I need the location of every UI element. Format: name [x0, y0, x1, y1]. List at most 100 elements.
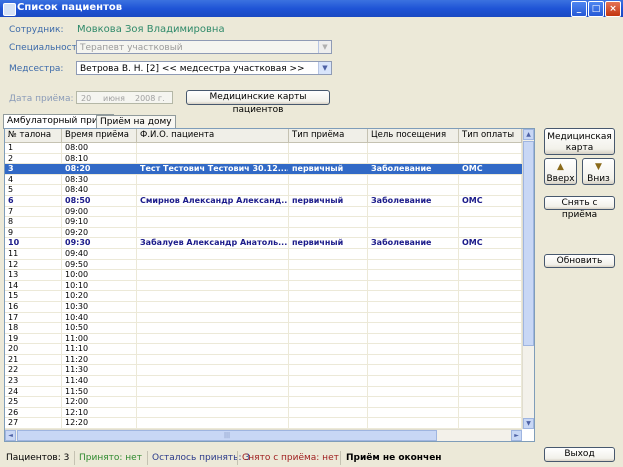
column-header-visit-type[interactable]: Тип приёма [289, 129, 368, 142]
table-row[interactable]: 2 08:10 [5, 153, 522, 165]
table-row[interactable]: 3 08:20 Тест Тестович Тестович 30.12.... пе… [5, 164, 522, 175]
remove-from-queue-button[interactable]: Снять с приёма [544, 196, 615, 220]
specialty-select[interactable]: Терапевт участковый ▼ [76, 40, 332, 54]
cell-payment [459, 174, 522, 185]
table-row[interactable]: 17 10:40 [5, 312, 522, 324]
table-row[interactable]: 27 12:20 [5, 418, 522, 430]
column-header-purpose[interactable]: Цель посещения [368, 129, 459, 142]
close-button[interactable]: × [605, 1, 621, 17]
table-row[interactable]: 21 11:20 [5, 354, 522, 366]
medical-card-button[interactable]: Медицинская карта [544, 128, 615, 155]
table-row[interactable]: 13 10:00 [5, 270, 522, 281]
exit-button[interactable]: Выход [544, 447, 615, 462]
table-row[interactable]: 12 09:50 [5, 259, 522, 271]
scroll-right-icon[interactable]: ► [511, 430, 522, 441]
move-up-button[interactable]: ▲ Вверх [544, 158, 577, 185]
cell-purpose [368, 174, 459, 185]
table-row[interactable]: 15 10:20 [5, 291, 522, 302]
vertical-scrollbar[interactable]: ▲ ▼ [522, 129, 534, 429]
table-row[interactable]: 8 09:10 [5, 217, 522, 228]
cell-patient-name [137, 365, 289, 376]
cell-payment [459, 143, 522, 153]
cell-time: 08:20 [62, 164, 137, 174]
table-row[interactable]: 22 11:30 [5, 365, 522, 377]
table-row[interactable]: 18 10:50 [5, 323, 522, 334]
cell-payment [459, 270, 522, 280]
table-row[interactable]: 26 12:10 [5, 407, 522, 419]
status-divider [74, 451, 75, 465]
table-row[interactable]: 23 11:40 [5, 376, 522, 387]
cell-time: 11:40 [62, 376, 137, 386]
table-row[interactable]: 4 08:30 [5, 174, 522, 186]
table-row[interactable]: 6 08:50 Смирнов Александр Александ... перви… [5, 195, 522, 207]
cell-payment [459, 227, 522, 238]
column-header-payment[interactable]: Тип оплаты [459, 129, 522, 142]
table-row[interactable]: 11 09:40 [5, 248, 522, 260]
table-row[interactable]: 16 10:30 [5, 301, 522, 313]
cell-ticket: 13 [5, 270, 62, 280]
table-row[interactable]: 25 12:00 [5, 397, 522, 408]
maximize-button[interactable]: □ [588, 1, 604, 17]
cell-ticket: 25 [5, 397, 62, 407]
move-down-button[interactable]: ▼ Вниз [582, 158, 615, 185]
cell-visit-type [289, 397, 368, 407]
table-header: № талона Время приёма Ф.И.О. пациента Ти… [5, 129, 522, 143]
patients-table[interactable]: № талона Время приёма Ф.И.О. пациента Ти… [4, 128, 535, 442]
nurse-select[interactable]: Ветрова В. Н. [2] << медсестра участкова… [76, 61, 332, 75]
cell-payment [459, 206, 522, 217]
column-header-time[interactable]: Время приёма [62, 129, 137, 142]
cell-ticket: 12 [5, 259, 62, 270]
specialty-value: Терапевт участковый [80, 43, 183, 53]
cell-ticket: 24 [5, 386, 62, 397]
cell-payment [459, 259, 522, 270]
cell-payment [459, 365, 522, 376]
table-row[interactable]: 9 09:20 [5, 227, 522, 239]
table-row[interactable]: 7 09:00 [5, 206, 522, 218]
table-row[interactable]: 14 10:10 [5, 280, 522, 292]
table-row[interactable]: 5 08:40 [5, 185, 522, 196]
horizontal-scrollbar[interactable]: ◄ ||| ► [5, 429, 522, 441]
cell-purpose [368, 153, 459, 164]
chevron-down-icon: ▼ [318, 62, 331, 74]
cell-payment [459, 185, 522, 195]
cell-purpose [368, 280, 459, 291]
cell-purpose [368, 185, 459, 195]
scroll-thumb[interactable] [523, 141, 534, 346]
cell-payment: ОМС [459, 164, 522, 174]
cell-payment [459, 248, 522, 259]
date-picker[interactable]: 20 июня 2008 г. [76, 91, 173, 104]
cell-payment [459, 333, 522, 344]
table-row[interactable]: 10 09:30 Забалуев Александр Анатоль... перв… [5, 238, 522, 249]
cell-time: 10:50 [62, 323, 137, 333]
scroll-down-icon[interactable]: ▼ [523, 418, 534, 429]
cell-visit-type: первичный [289, 195, 368, 206]
cell-time: 10:00 [62, 270, 137, 280]
table-row[interactable]: 24 11:50 [5, 386, 522, 398]
cell-time: 11:30 [62, 365, 137, 376]
scroll-thumb-horizontal[interactable]: ||| [17, 430, 437, 441]
cell-time: 12:00 [62, 397, 137, 407]
cell-ticket: 20 [5, 344, 62, 354]
cell-patient-name [137, 407, 289, 418]
cell-visit-type [289, 323, 368, 333]
table-row[interactable]: 19 11:00 [5, 333, 522, 345]
column-header-name[interactable]: Ф.И.О. пациента [137, 129, 289, 142]
title-bar: Список пациентов _ □ × [0, 0, 623, 17]
cell-visit-type [289, 248, 368, 259]
cell-patient-name [137, 323, 289, 333]
cell-time: 09:00 [62, 206, 137, 217]
column-header-ticket[interactable]: № талона [5, 129, 62, 142]
cell-time: 11:50 [62, 386, 137, 397]
table-row[interactable]: 20 11:10 [5, 344, 522, 355]
cell-purpose [368, 227, 459, 238]
table-row[interactable]: 1 08:00 [5, 143, 522, 154]
app-icon [3, 3, 16, 16]
tab-home-visit[interactable]: Приём на дому [96, 115, 176, 129]
minimize-button[interactable]: _ [571, 1, 587, 17]
scroll-left-icon[interactable]: ◄ [5, 430, 16, 441]
refresh-button[interactable]: Обновить [544, 254, 615, 268]
cell-payment [459, 418, 522, 429]
scroll-up-icon[interactable]: ▲ [523, 129, 534, 140]
med-cards-button[interactable]: Медицинские карты пациентов [186, 90, 330, 115]
cell-patient-name [137, 217, 289, 227]
